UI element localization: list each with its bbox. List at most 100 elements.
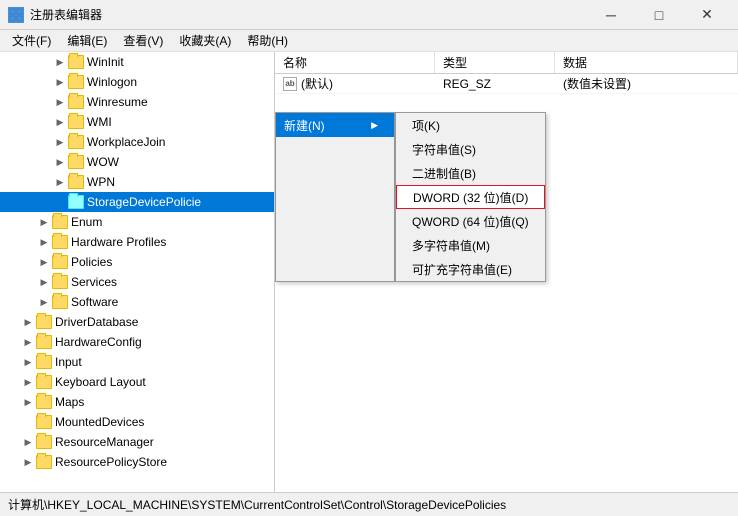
tree-label: MountedDevices — [55, 415, 144, 429]
main-container: WinInit Winlogon Winresume WMI — [0, 52, 738, 492]
tree-item-input[interactable]: Input — [0, 352, 274, 372]
tree-arrow — [36, 212, 52, 232]
submenu-label: 字符串值(S) — [412, 141, 476, 158]
close-button[interactable]: ✕ — [684, 0, 730, 30]
submenu-item-key[interactable]: 项(K) — [396, 113, 545, 137]
tree-item-policies[interactable]: Policies — [0, 252, 274, 272]
tree-item-mounteddevices[interactable]: MountedDevices — [0, 412, 274, 432]
tree-arrow — [52, 152, 68, 172]
tree-item-wmi[interactable]: WMI — [0, 112, 274, 132]
tree-item-winresume[interactable]: Winresume — [0, 92, 274, 112]
name-value: (默认) — [301, 75, 333, 92]
folder-icon — [52, 275, 68, 289]
menu-favorites[interactable]: 收藏夹(A) — [171, 30, 239, 52]
tree-item-workplacejoin[interactable]: WorkplaceJoin — [0, 132, 274, 152]
submenu-item-multistring[interactable]: 多字符串值(M) — [396, 233, 545, 257]
folder-icon — [68, 75, 84, 89]
table-row[interactable]: ab (默认) REG_SZ (数值未设置) — [275, 74, 738, 94]
tree-item-resourcemanager[interactable]: ResourceManager — [0, 432, 274, 452]
folder-icon — [36, 415, 52, 429]
tree-label: Software — [71, 295, 118, 309]
submenu-label: 项(K) — [412, 117, 440, 134]
submenu-item-string[interactable]: 字符串值(S) — [396, 137, 545, 161]
tree-item-winlogon[interactable]: Winlogon — [0, 72, 274, 92]
tree-item-maps[interactable]: Maps — [0, 392, 274, 412]
context-menu-container: 新建(N) ▶ 项(K) 字符串值(S) 二进制值(B) DWORD (32 位… — [275, 112, 546, 282]
submenu-label: 可扩充字符串值(E) — [412, 261, 512, 278]
table-header: 名称 类型 数据 — [275, 52, 738, 74]
tree-label: WOW — [87, 155, 119, 169]
folder-icon — [36, 375, 52, 389]
tree-arrow — [20, 332, 36, 352]
col-header-name[interactable]: 名称 — [275, 52, 435, 73]
tree-label: Maps — [55, 395, 84, 409]
tree-item-hardwareconfig[interactable]: HardwareConfig — [0, 332, 274, 352]
submenu-item-binary[interactable]: 二进制值(B) — [396, 161, 545, 185]
tree-item-software[interactable]: Software — [0, 292, 274, 312]
submenu-label: QWORD (64 位)值(Q) — [412, 213, 529, 230]
tree-item-hardwareprofiles[interactable]: Hardware Profiles — [0, 232, 274, 252]
maximize-button[interactable]: □ — [636, 0, 682, 30]
tree-item-wininit[interactable]: WinInit — [0, 52, 274, 72]
tree-label: WinInit — [87, 55, 124, 69]
folder-icon — [68, 115, 84, 129]
tree-arrow — [52, 172, 68, 192]
tree-label: ResourcePolicyStore — [55, 455, 167, 469]
tree-label: WPN — [87, 175, 115, 189]
submenu-item-dword[interactable]: DWORD (32 位)值(D) — [396, 185, 545, 209]
tree-panel: WinInit Winlogon Winresume WMI — [0, 52, 275, 492]
folder-icon — [68, 175, 84, 189]
tree-label: DriverDatabase — [55, 315, 138, 329]
folder-icon — [36, 435, 52, 449]
submenu-label: 多字符串值(M) — [412, 237, 490, 254]
tree-item-resourcepolicystore[interactable]: ResourcePolicyStore — [0, 452, 274, 472]
reg-icon: ab — [283, 77, 297, 91]
submenu-item-expandstring[interactable]: 可扩充字符串值(E) — [396, 257, 545, 281]
submenu-label: DWORD (32 位)值(D) — [413, 189, 528, 206]
tree-label: Keyboard Layout — [55, 375, 146, 389]
menu-view[interactable]: 查看(V) — [115, 30, 171, 52]
title-bar: 注册表编辑器 ─ □ ✕ — [0, 0, 738, 30]
minimize-button[interactable]: ─ — [588, 0, 634, 30]
ctx-item-new[interactable]: 新建(N) ▶ — [276, 113, 394, 137]
folder-icon — [52, 215, 68, 229]
menu-edit[interactable]: 编辑(E) — [59, 30, 115, 52]
col-header-data[interactable]: 数据 — [555, 52, 738, 73]
tree-item-wow[interactable]: WOW — [0, 152, 274, 172]
tree-arrow — [52, 112, 68, 132]
tree-item-driverdatabase[interactable]: DriverDatabase — [0, 312, 274, 332]
status-text: 计算机\HKEY_LOCAL_MACHINE\SYSTEM\CurrentCon… — [8, 496, 506, 513]
tree-item-wpn[interactable]: WPN — [0, 172, 274, 192]
folder-icon — [36, 355, 52, 369]
tree-item-keyboardlayout[interactable]: Keyboard Layout — [0, 372, 274, 392]
tree-arrow — [52, 92, 68, 112]
menu-file[interactable]: 文件(F) — [4, 30, 59, 52]
tree-scroll[interactable]: WinInit Winlogon Winresume WMI — [0, 52, 274, 492]
col-header-type[interactable]: 类型 — [435, 52, 555, 73]
tree-arrow — [36, 252, 52, 272]
folder-icon — [68, 195, 84, 209]
folder-icon — [36, 335, 52, 349]
tree-arrow — [52, 52, 68, 72]
tree-arrow — [20, 432, 36, 452]
menu-help[interactable]: 帮助(H) — [239, 30, 296, 52]
tree-item-storagedevicepolicies[interactable]: StorageDevicePolicie — [0, 192, 274, 212]
right-panel: 名称 类型 数据 ab (默认) REG_SZ (数值未设置) 新建(N) ▶ — [275, 52, 738, 492]
ctx-new-label: 新建(N) — [284, 117, 325, 134]
tree-label: StorageDevicePolicie — [87, 195, 201, 209]
folder-icon — [52, 235, 68, 249]
tree-label: HardwareConfig — [55, 335, 142, 349]
folder-icon — [68, 95, 84, 109]
submenu: 项(K) 字符串值(S) 二进制值(B) DWORD (32 位)值(D) QW… — [395, 112, 546, 282]
context-menu: 新建(N) ▶ — [275, 112, 395, 282]
title-controls: ─ □ ✕ — [588, 0, 730, 30]
tree-item-services[interactable]: Services — [0, 272, 274, 292]
tree-arrow — [36, 232, 52, 252]
submenu-item-qword[interactable]: QWORD (64 位)值(Q) — [396, 209, 545, 233]
tree-label: ResourceManager — [55, 435, 154, 449]
tree-label: Winresume — [87, 95, 148, 109]
tree-item-enum[interactable]: Enum — [0, 212, 274, 232]
tree-label: Enum — [71, 215, 102, 229]
folder-icon — [68, 55, 84, 69]
tree-label: Policies — [71, 255, 112, 269]
